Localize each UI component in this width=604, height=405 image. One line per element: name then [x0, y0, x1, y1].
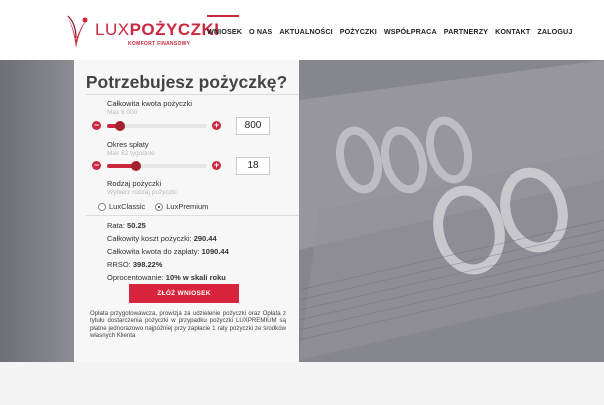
term-label: Okres spłaty [107, 140, 149, 149]
submit-application-button[interactable]: ZŁÓŻ WNIOSEK [129, 284, 239, 303]
loan-type-options: LuxClassic LuxPremium [98, 202, 208, 211]
disclaimer-text: Opłata przygotowawcza, prowizja za udzie… [90, 310, 286, 340]
radio-circle-checked-icon[interactable] [155, 202, 164, 211]
amount-increase-button[interactable]: + [212, 121, 221, 130]
form-title: Potrzebujesz pożyczkę? [85, 72, 288, 92]
summary-interest: Oprocentowanie: 10% w skali roku [107, 273, 226, 282]
amount-label: Całkowita kwota pożyczki [107, 99, 193, 108]
radio-label: LuxPremium [166, 202, 209, 211]
amount-input[interactable]: 800 [236, 117, 270, 135]
divider [86, 215, 299, 216]
main-nav: WNIOSEK O NAS AKTUALNOŚCI POŻYCZKI WSPÓŁ… [207, 15, 579, 39]
banknote-image [299, 60, 604, 362]
divider [86, 94, 299, 95]
nav-item-kontakt[interactable]: KONTAKT [495, 27, 530, 39]
logo-figure-icon [66, 15, 88, 48]
amount-hint: Max 6 000 [107, 109, 138, 116]
nav-item-o-nas[interactable]: O NAS [249, 27, 272, 39]
term-slider[interactable] [107, 161, 207, 171]
summary-rata: Rata: 50.25 [107, 221, 146, 230]
summary-total-cost: Całkowity koszt pożyczki: 290.44 [107, 234, 217, 243]
term-hint: Max 62 tygodnie [107, 150, 155, 157]
brand-logo[interactable]: LUXPOŻYCZKI KOMFORT FINANSOWY [62, 14, 219, 50]
radio-luxpremium[interactable]: LuxPremium [155, 202, 208, 211]
term-increase-button[interactable]: + [212, 161, 221, 170]
radio-luxclassic[interactable]: LuxClassic [98, 202, 145, 211]
site-header: LUXPOŻYCZKI KOMFORT FINANSOWY WNIOSEK O … [0, 0, 604, 60]
term-input[interactable]: 18 [236, 157, 270, 175]
nav-item-pozyczki[interactable]: POŻYCZKI [340, 27, 377, 39]
loan-calculator-form: Potrzebujesz pożyczkę? Całkowita kwota p… [74, 60, 299, 362]
summary-rrso: RRSO: 398.22% [107, 260, 163, 269]
nav-item-wniosek[interactable]: WNIOSEK [207, 15, 242, 39]
amount-decrease-button[interactable]: − [92, 121, 101, 130]
loan-type-label: Rodzaj pożyczki [107, 179, 162, 188]
radio-label: LuxClassic [109, 202, 146, 211]
nav-item-aktualnosci[interactable]: AKTUALNOŚCI [279, 27, 332, 39]
hero-background-left [0, 60, 74, 362]
hero-banknote-image [299, 60, 604, 362]
term-slider-handle[interactable] [131, 161, 141, 171]
hero-section: Potrzebujesz pożyczkę? Całkowita kwota p… [0, 60, 604, 362]
amount-slider-handle[interactable] [115, 121, 125, 131]
summary-total-amount: Całkowita kwota do zapłaty: 1090.44 [107, 247, 229, 256]
logo-tagline: KOMFORT FINANSOWY [128, 41, 191, 47]
logo-wordmark: LUXPOŻYCZKI [95, 20, 220, 39]
nav-item-partnerzy[interactable]: PARTNERZY [444, 27, 488, 39]
amount-slider[interactable] [107, 121, 207, 131]
page-footer-band [0, 362, 604, 405]
nav-item-wspolpraca[interactable]: WSPÓŁPRACA [384, 27, 437, 39]
loan-type-hint: Wybierz rodzaj pożyczki [107, 189, 177, 196]
term-decrease-button[interactable]: − [92, 161, 101, 170]
radio-circle-icon[interactable] [98, 202, 106, 211]
nav-item-zaloguj[interactable]: ZALOGUJ [537, 27, 572, 39]
